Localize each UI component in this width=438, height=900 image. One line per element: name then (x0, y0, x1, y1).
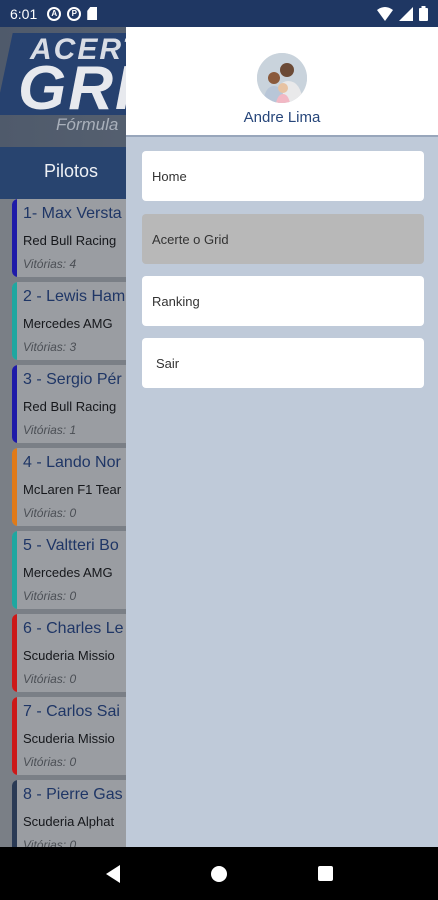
system-navigation-bar (0, 847, 438, 900)
driver-name: 6 - Charles Le (23, 620, 124, 637)
driver-wins: Vitórias: 0 (23, 838, 77, 847)
wifi-icon (377, 6, 393, 21)
driver-name: 5 - Valtteri Bo (23, 537, 119, 554)
menu-item-sair[interactable]: Sair (142, 338, 424, 388)
battery-icon (419, 6, 428, 21)
driver-team: Mercedes AMG (23, 565, 113, 580)
logo-text-main: GRI (18, 54, 135, 123)
driver-wins: Vitórias: 1 (23, 423, 77, 437)
back-icon[interactable] (105, 864, 120, 883)
drawer-header: Andre Lima (126, 27, 438, 137)
menu-item-ranking[interactable]: Ranking (142, 276, 424, 326)
menu-item-home[interactable]: Home (142, 151, 424, 201)
driver-wins: Vitórias: 0 (23, 672, 77, 686)
team-color-stripe (12, 697, 17, 775)
driver-team: McLaren F1 Tear (23, 482, 122, 497)
notification-a-icon: A (47, 6, 62, 21)
driver-team: Scuderia Alphat (23, 814, 115, 829)
team-color-stripe (12, 282, 17, 360)
user-photo-icon (257, 53, 307, 103)
driver-wins: Vitórias: 3 (23, 340, 77, 354)
home-icon[interactable] (210, 865, 227, 882)
driver-wins: Vitórias: 0 (23, 755, 77, 769)
avatar[interactable] (257, 53, 307, 103)
recent-apps-icon[interactable] (317, 866, 333, 881)
driver-name: 1- Max Versta (23, 205, 122, 222)
driver-name: 2 - Lewis Ham (23, 288, 126, 305)
driver-team: Mercedes AMG (23, 316, 113, 331)
driver-wins: Vitórias: 0 (23, 506, 77, 520)
status-bar: 6:01 A P (0, 0, 438, 27)
team-color-stripe (12, 448, 17, 526)
menu-item-label: Ranking (152, 293, 200, 309)
driver-name: 3 - Sergio Pér (23, 371, 122, 388)
driver-name: 4 - Lando Nor (23, 454, 121, 471)
team-color-stripe (12, 531, 17, 609)
driver-name: 8 - Pierre Gas (23, 786, 123, 803)
menu-item-label: Sair (156, 355, 180, 371)
driver-team: Scuderia Missio (23, 731, 115, 746)
driver-wins: Vitórias: 4 (23, 257, 77, 271)
team-color-stripe (12, 780, 17, 847)
logo-subtitle: Fórmula (56, 115, 119, 134)
driver-team: Red Bull Racing (23, 233, 117, 248)
user-name: Andre Lima (243, 109, 321, 126)
status-time: 6:01 (10, 5, 38, 22)
driver-team: Red Bull Racing (23, 399, 117, 414)
driver-wins: Vitórias: 0 (23, 589, 77, 603)
menu-item-label: Home (152, 168, 187, 184)
driver-name: 7 - Carlos Sai (23, 703, 120, 720)
menu-item-label: Acerte o Grid (152, 231, 229, 247)
navigation-drawer: Andre Lima Home Acerte o Grid Ranking Sa… (126, 27, 438, 847)
team-color-stripe (12, 199, 17, 277)
menu-item-acerte-o-grid[interactable]: Acerte o Grid (142, 214, 424, 264)
notification-p-icon: P (67, 6, 82, 21)
tab-pilotos[interactable]: Pilotos (44, 161, 98, 182)
team-color-stripe (12, 365, 17, 443)
sim-card-icon (87, 7, 98, 20)
team-color-stripe (12, 614, 17, 692)
driver-team: Scuderia Missio (23, 648, 115, 663)
signal-icon (399, 6, 413, 21)
